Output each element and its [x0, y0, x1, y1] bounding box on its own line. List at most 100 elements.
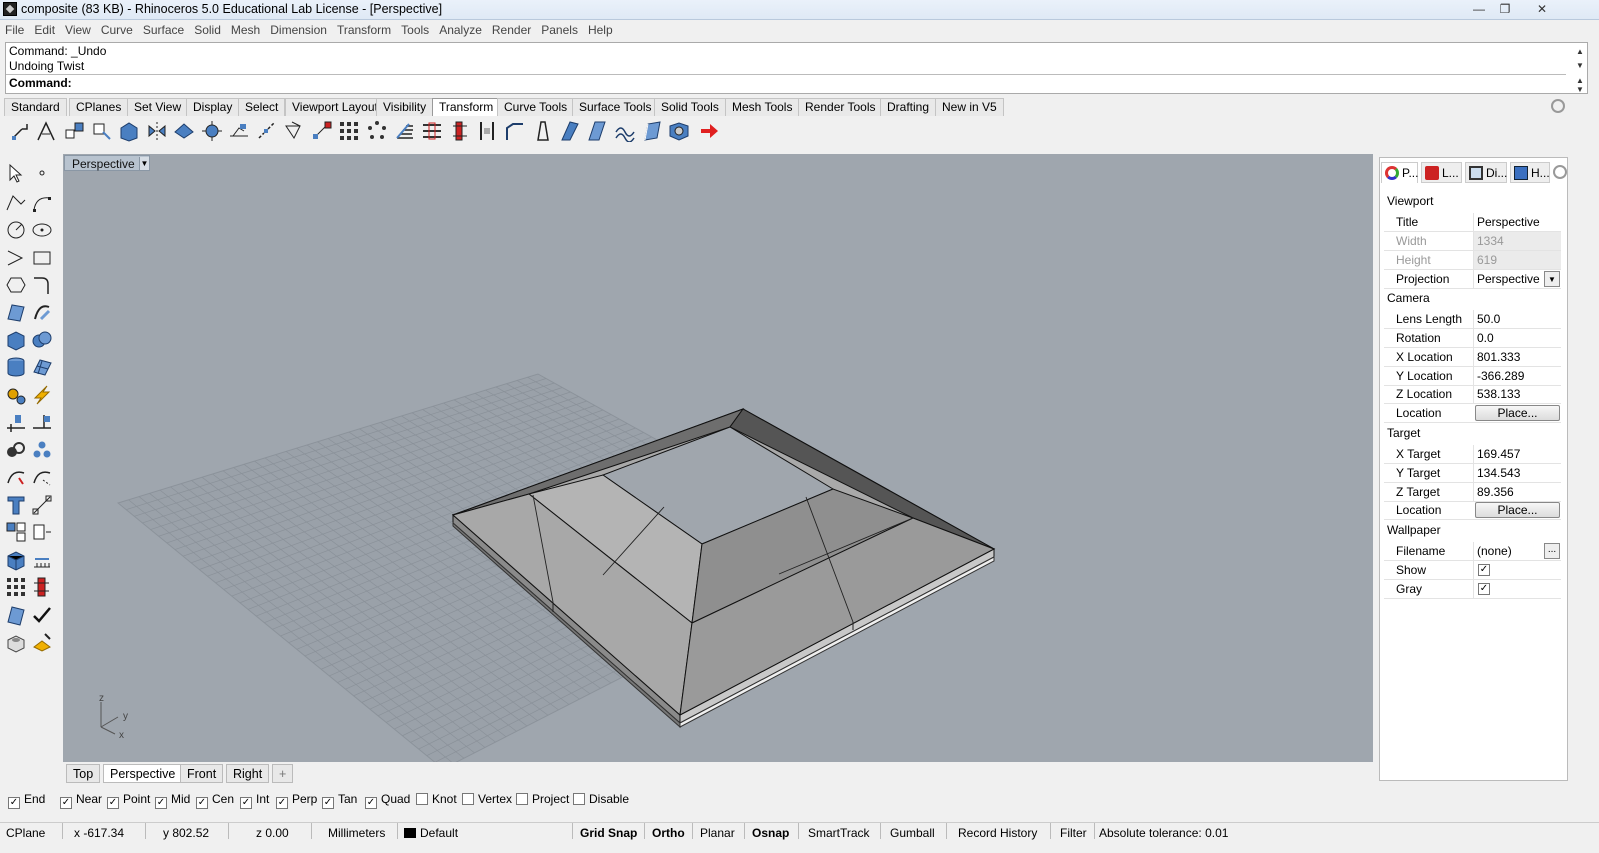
dimension-icon[interactable]: [5, 411, 27, 433]
add-viewport-tab-button[interactable]: +: [272, 764, 294, 783]
menu-dimension[interactable]: Dimension: [265, 20, 332, 40]
units-label[interactable]: Millimeters: [328, 825, 385, 841]
flow-icon[interactable]: [201, 120, 223, 142]
x-location-field[interactable]: 801.333: [1477, 350, 1520, 364]
cylinder-icon[interactable]: [5, 356, 27, 378]
maelstrom-icon[interactable]: [641, 120, 663, 142]
solid-box-icon[interactable]: [5, 549, 27, 571]
menu-tools[interactable]: Tools: [396, 20, 434, 40]
distribute-red-icon[interactable]: [31, 576, 53, 598]
osnap-checkbox[interactable]: ✓: [196, 797, 208, 809]
osnap-checkbox[interactable]: [573, 793, 585, 805]
tab-new-in-v5[interactable]: New in V5: [935, 98, 1004, 116]
filter-toggle[interactable]: Filter: [1060, 825, 1087, 841]
osnap-cen[interactable]: ✓ Cen: [196, 791, 234, 809]
splop-icon[interactable]: [586, 120, 608, 142]
osnap-checkbox[interactable]: ✓: [60, 797, 72, 809]
camera-place-button[interactable]: Place...: [1475, 405, 1560, 421]
copy-icon[interactable]: [36, 120, 58, 142]
menu-edit[interactable]: Edit: [29, 20, 60, 40]
menu-curve[interactable]: Curve: [96, 20, 138, 40]
close-button[interactable]: ✕: [1529, 1, 1555, 17]
taper-icon[interactable]: [284, 120, 306, 142]
ortho-toggle[interactable]: Ortho: [652, 825, 685, 841]
rotate-icon[interactable]: [64, 120, 86, 142]
gumball-toggle[interactable]: Gumball: [890, 825, 935, 841]
menu-surface[interactable]: Surface: [138, 20, 189, 40]
tab-set-view[interactable]: Set View: [127, 98, 189, 116]
rhino-app-icon[interactable]: [3, 2, 17, 16]
panel-gear-icon[interactable]: [1553, 165, 1567, 179]
tab-transform[interactable]: Transform: [432, 98, 501, 116]
ungroup-icon[interactable]: [31, 439, 53, 461]
check-icon[interactable]: [31, 604, 53, 626]
cplane-label[interactable]: CPlane: [6, 825, 45, 841]
restore-button[interactable]: ❐: [1492, 1, 1518, 17]
polyline-icon[interactable]: [5, 192, 27, 214]
command-scroll-down-icon[interactable]: ▼: [1574, 85, 1586, 95]
tab-cplanes[interactable]: CPlanes: [69, 98, 129, 116]
twist-icon[interactable]: [228, 120, 250, 142]
menu-mesh[interactable]: Mesh: [226, 20, 265, 40]
extrude-surface-icon[interactable]: [31, 301, 53, 323]
tab-render-tools[interactable]: Render Tools: [798, 98, 883, 116]
bend-icon[interactable]: [256, 120, 278, 142]
osnap-checkbox[interactable]: ✓: [155, 797, 167, 809]
polygon-icon[interactable]: [5, 274, 27, 296]
perspective-viewport[interactable]: z y x: [63, 154, 1373, 762]
section-icon[interactable]: [31, 411, 53, 433]
osnap-mid[interactable]: ✓ Mid: [155, 791, 190, 809]
osnap-knot[interactable]: Knot: [416, 791, 457, 807]
viewport-title-tab[interactable]: Perspective ▼: [64, 155, 150, 171]
current-layer[interactable]: Default: [420, 825, 458, 841]
command-prompt[interactable]: Command:: [9, 76, 72, 90]
menu-render[interactable]: Render: [487, 20, 536, 40]
scale-icon[interactable]: [91, 120, 113, 142]
grid-snap-toggle[interactable]: Grid Snap: [580, 825, 637, 841]
osnap-perp[interactable]: ✓ Perp: [276, 791, 317, 809]
gear-icon[interactable]: [1551, 99, 1565, 113]
menu-file[interactable]: File: [0, 20, 29, 40]
ellipse-icon[interactable]: [31, 219, 53, 241]
osnap-near[interactable]: ✓ Near: [60, 791, 102, 809]
tab-properties[interactable]: P...: [1381, 162, 1418, 183]
osnap-checkbox[interactable]: ✓: [276, 797, 288, 809]
menu-panels[interactable]: Panels: [536, 20, 583, 40]
viewport-tab-right[interactable]: Right: [226, 764, 270, 783]
polar-array-icon[interactable]: [366, 120, 388, 142]
osnap-checkbox[interactable]: ✓: [240, 797, 252, 809]
menu-analyze[interactable]: Analyze: [434, 20, 487, 40]
projection-select[interactable]: Perspective: [1477, 272, 1540, 286]
arc-icon[interactable]: [5, 247, 27, 269]
box-icon[interactable]: [5, 329, 27, 351]
tab-drafting[interactable]: Drafting: [880, 98, 937, 116]
osnap-vertex[interactable]: Vertex: [462, 791, 512, 807]
circle-icon[interactable]: [5, 219, 27, 241]
distribute-icon[interactable]: [449, 120, 471, 142]
render-icon[interactable]: [31, 631, 53, 653]
history-scroll-up-icon[interactable]: ▲: [1574, 47, 1586, 57]
scale-1d-icon[interactable]: [31, 521, 53, 543]
osnap-checkbox[interactable]: ✓: [365, 797, 377, 809]
osnap-int[interactable]: ✓ Int: [240, 791, 269, 809]
select-arrow-icon[interactable]: [5, 162, 27, 184]
viewport-tab-front[interactable]: Front: [180, 764, 224, 783]
menu-help[interactable]: Help: [583, 20, 618, 40]
browse-button[interactable]: ...: [1544, 543, 1560, 559]
align-icon[interactable]: [421, 120, 443, 142]
surface-from-points-icon[interactable]: [5, 301, 27, 323]
block-icon[interactable]: [5, 521, 27, 543]
prop-title-field[interactable]: Perspective: [1477, 215, 1540, 229]
y-location-field[interactable]: -366.289: [1477, 369, 1524, 383]
osnap-checkbox[interactable]: [416, 793, 428, 805]
lightning-icon[interactable]: [31, 384, 53, 406]
shear-icon[interactable]: [311, 120, 333, 142]
rectangle-icon[interactable]: [31, 247, 53, 269]
move-icon[interactable]: [10, 120, 32, 142]
y-target-field[interactable]: 134.543: [1477, 466, 1520, 480]
orient-icon[interactable]: [173, 120, 195, 142]
tab-mesh-tools[interactable]: Mesh Tools: [725, 98, 800, 116]
tab-select[interactable]: Select: [238, 98, 286, 116]
osnap-checkbox[interactable]: [516, 793, 528, 805]
flow-along-surface-icon[interactable]: [559, 120, 581, 142]
